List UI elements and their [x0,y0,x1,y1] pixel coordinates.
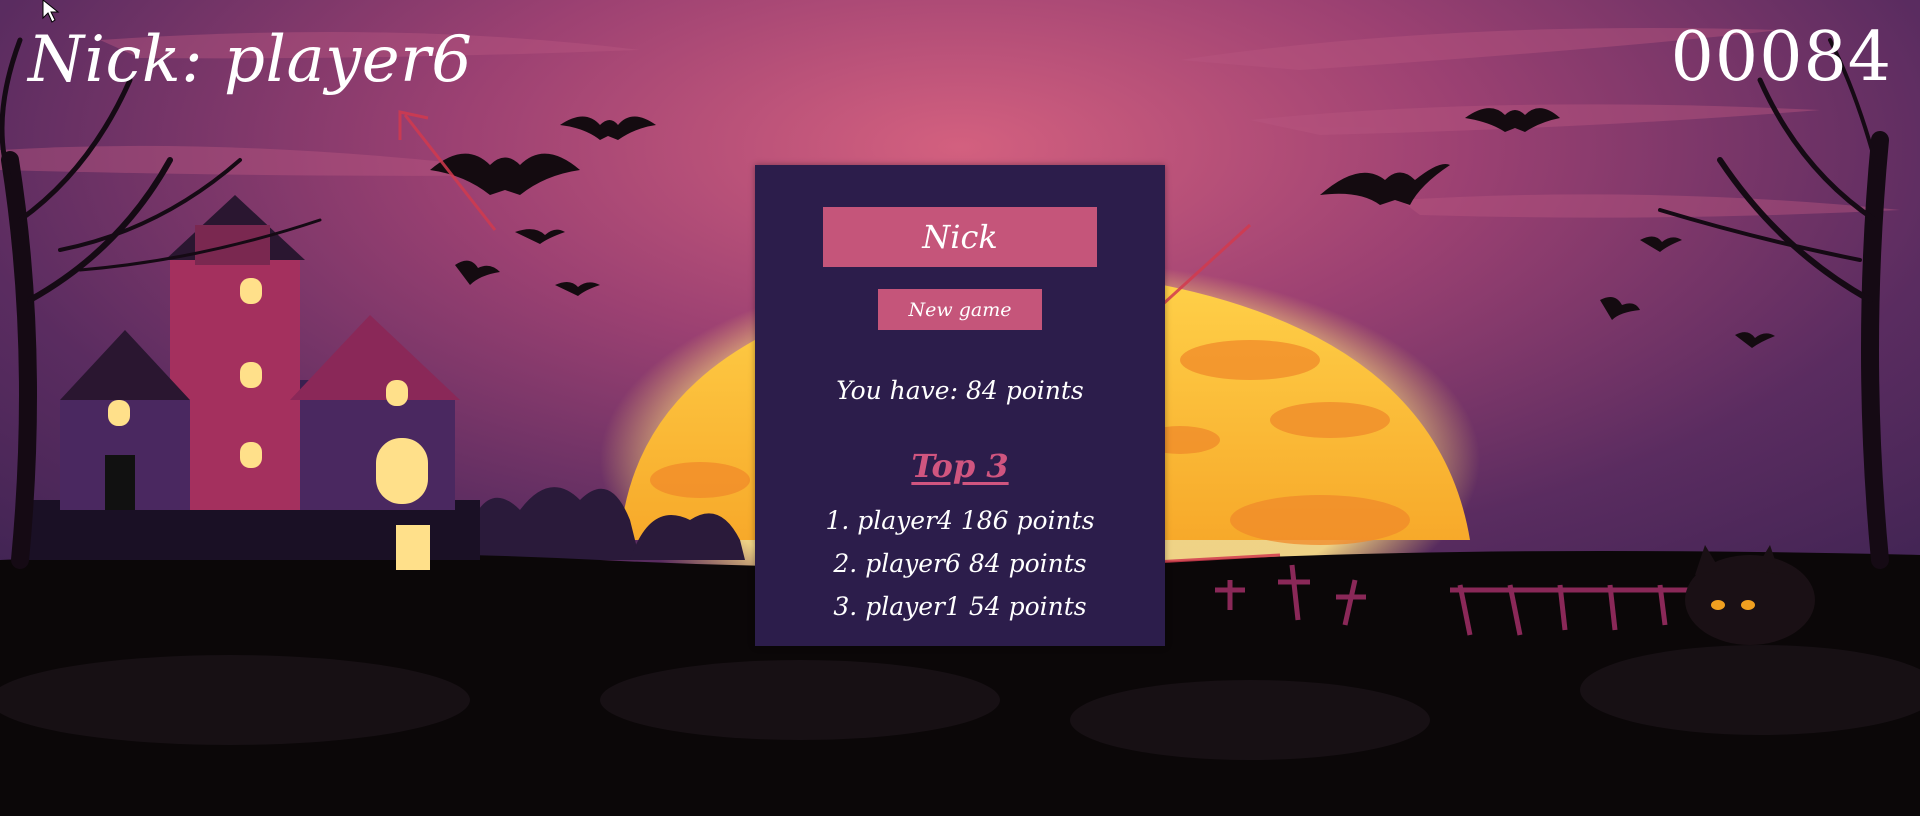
leaderboard-row: 3. player1 54 points [833,592,1087,621]
top-3-heading: Top 3 [911,447,1009,485]
player-nick-label: Nick: player6 [28,23,473,97]
game-over-dialog: New game You have: 84 points Top 3 1. pl… [755,165,1165,646]
nick-input[interactable] [823,207,1097,267]
leaderboard-list: 1. player4 186 points 2. player6 84 poin… [755,499,1165,628]
mouse-cursor-icon [42,0,60,23]
leaderboard-row: 1. player4 186 points [825,506,1095,535]
leaderboard-row: 2. player6 84 points [833,549,1087,578]
score-counter: 00084 [1670,18,1892,97]
new-game-button[interactable]: New game [878,289,1042,330]
points-result: You have: 84 points [836,376,1084,405]
